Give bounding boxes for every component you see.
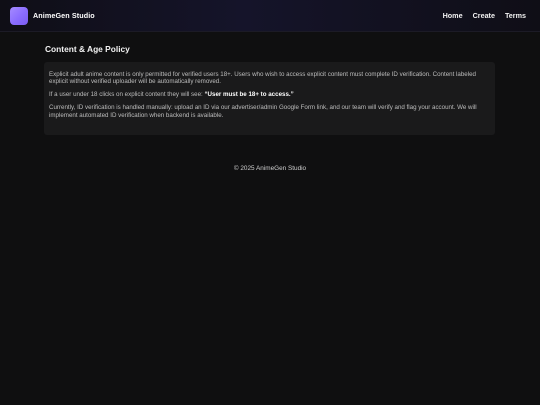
main-nav: Home Create Terms <box>443 11 526 20</box>
policy-paragraph-underage: If a user under 18 clicks on explicit co… <box>49 91 489 98</box>
policy-card: Explicit adult anime content is only per… <box>44 62 495 135</box>
nav-home-link[interactable]: Home <box>443 11 463 20</box>
page-title: Content & Age Policy <box>45 44 130 54</box>
top-navbar: AnimeGen Studio Home Create Terms <box>0 0 540 32</box>
underage-warning-quote: “User must be 18+ to access.” <box>204 91 294 99</box>
nav-create-link[interactable]: Create <box>473 11 495 20</box>
policy-paragraph-verification: Explicit adult anime content is only per… <box>49 71 476 86</box>
brand-name[interactable]: AnimeGen Studio <box>33 11 95 20</box>
footer-copyright: © 2025 AnimeGen Studio <box>233 165 307 172</box>
app-logo[interactable] <box>10 7 28 25</box>
underage-text: If a user under 18 clicks on explicit co… <box>49 91 205 99</box>
nav-terms-link[interactable]: Terms <box>505 11 526 20</box>
policy-paragraph-manual-id: Currently, ID verification is handled ma… <box>49 104 477 119</box>
